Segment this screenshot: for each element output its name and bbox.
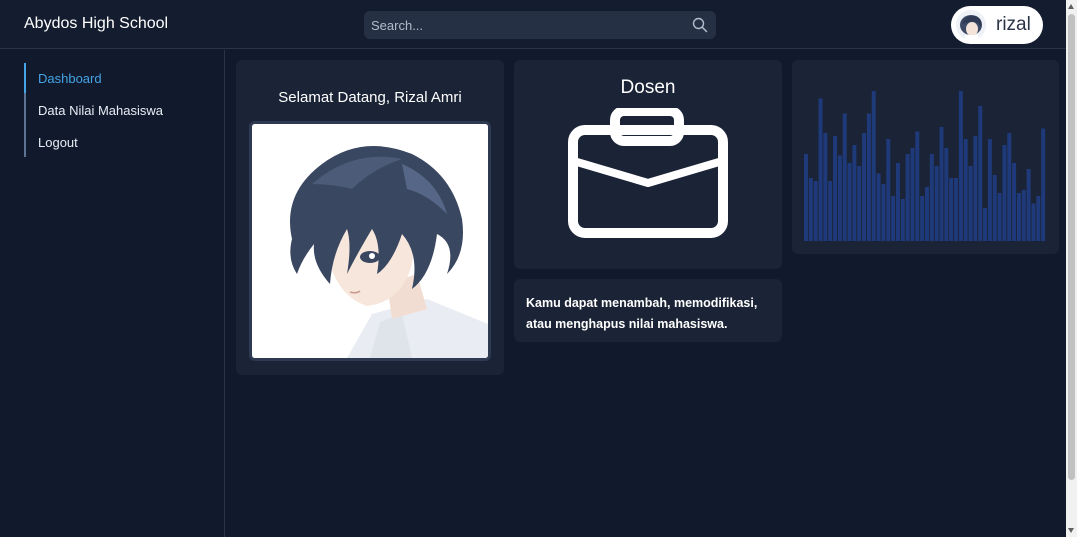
top-navbar: Abydos High School rizal	[0, 0, 1066, 49]
search-icon[interactable]	[692, 17, 708, 33]
chart-bar	[929, 154, 934, 241]
chart-bar	[900, 199, 905, 241]
chart-bar	[891, 196, 896, 241]
chart-bar	[852, 145, 857, 241]
chart-bar	[997, 193, 1002, 241]
chart-bar	[954, 178, 959, 241]
scroll-thumb[interactable]	[1068, 14, 1075, 480]
chart-bar	[847, 163, 852, 241]
sidebar-nav: Dashboard Data Nilai Mahasiswa Logout	[24, 63, 204, 157]
brand-title[interactable]: Abydos High School	[24, 15, 168, 33]
chart-bar	[823, 133, 828, 241]
chart-bar	[1031, 203, 1036, 241]
avatar	[956, 10, 986, 40]
chart-bar	[1002, 145, 1007, 241]
info-text: Kamu dapat menambah, memodifikasi, atau …	[526, 296, 758, 331]
sidebar-item-logout[interactable]: Logout	[38, 135, 78, 150]
chart-bar	[983, 208, 988, 241]
chart-bar	[895, 163, 900, 241]
chart-bar	[804, 154, 808, 241]
chart-bar	[871, 91, 876, 241]
chart-bar	[862, 133, 867, 241]
chart-bar	[876, 173, 881, 241]
search-input[interactable]	[364, 11, 684, 39]
chart-bar	[866, 113, 871, 241]
chart-bar	[808, 178, 813, 241]
welcome-title: Selamat Datang, Rizal Amri	[278, 89, 462, 106]
chart-bar	[837, 155, 842, 241]
chart-bar	[886, 139, 891, 241]
chart-bar	[881, 184, 886, 241]
sidebar: Dashboard Data Nilai Mahasiswa Logout	[0, 50, 225, 537]
chart-bar	[920, 196, 925, 241]
info-card: Kamu dapat menambah, memodifikasi, atau …	[514, 279, 782, 342]
chart-bar	[1012, 163, 1017, 241]
chart-bar	[1021, 190, 1026, 241]
bar-chart	[804, 91, 1046, 241]
chart-bar	[833, 136, 838, 241]
active-indicator	[24, 63, 26, 93]
chart-bar	[968, 166, 973, 241]
user-name: rizal	[996, 14, 1031, 35]
chart-bar	[944, 148, 949, 241]
chart-bar	[1026, 169, 1031, 241]
chart-card	[792, 60, 1059, 254]
chart-bar	[818, 98, 823, 241]
sidebar-item-data-nilai-mahasiswa[interactable]: Data Nilai Mahasiswa	[38, 103, 163, 118]
chart-bar	[987, 139, 992, 241]
role-title: Dosen	[620, 77, 676, 98]
chart-bar	[857, 166, 862, 241]
role-card: Dosen	[514, 60, 782, 269]
chart-bar	[958, 91, 963, 241]
sidebar-item-dashboard[interactable]: Dashboard	[38, 71, 102, 86]
scroll-down-arrow[interactable]	[1068, 528, 1074, 533]
chart-bar	[1041, 128, 1046, 241]
welcome-card: Selamat Datang, Rizal Amri	[236, 60, 504, 375]
chart-bar	[934, 166, 939, 241]
chart-bar	[992, 175, 997, 241]
chart-bar	[963, 139, 968, 241]
search-box[interactable]	[364, 11, 716, 39]
user-menu-button[interactable]: rizal	[951, 6, 1043, 44]
chart-bar	[939, 127, 944, 241]
chart-bar	[910, 148, 915, 241]
scrollbar[interactable]	[1066, 0, 1077, 537]
chart-bar	[905, 154, 910, 241]
chart-bar	[949, 178, 954, 241]
chart-bar	[973, 136, 978, 241]
briefcase-icon	[568, 108, 728, 238]
profile-image	[249, 121, 491, 361]
chart-bar	[1007, 133, 1012, 241]
chart-bar	[842, 113, 847, 241]
scroll-up-arrow[interactable]	[1068, 4, 1074, 9]
chart-bar	[915, 131, 920, 241]
chart-bar	[828, 181, 833, 241]
chart-bar	[813, 181, 818, 241]
chart-bar	[978, 106, 983, 241]
chart-bar	[1036, 196, 1041, 241]
chart-bar	[925, 187, 929, 241]
chart-bar	[1016, 193, 1021, 241]
